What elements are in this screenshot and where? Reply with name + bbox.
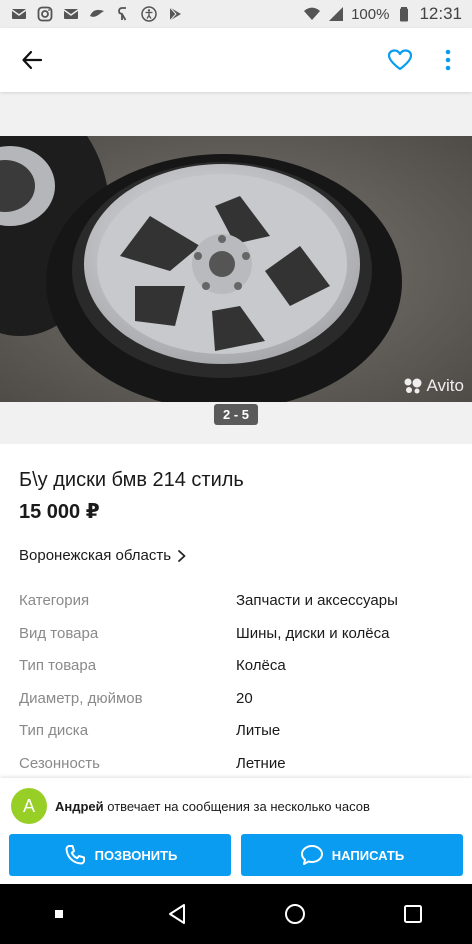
mail-icon	[62, 5, 80, 23]
param-name: Тип товара	[19, 657, 97, 674]
nav-recents-button[interactable]	[383, 884, 443, 944]
write-button[interactable]: НАПИСАТЬ	[241, 834, 463, 876]
chevron-right-icon	[178, 550, 186, 562]
clock: 12:31	[419, 4, 462, 23]
triangle-back-icon	[169, 904, 185, 924]
battery-percent: 100%	[351, 5, 390, 23]
app-bar	[0, 28, 472, 92]
nav-home-button[interactable]	[265, 884, 325, 944]
ad-price: 15 000 ₽	[19, 501, 100, 523]
param-name: Вид товара	[19, 624, 99, 642]
seller-note: отвечает на сообщения за несколько часов	[103, 798, 370, 814]
watermark-text: Avito	[426, 376, 465, 395]
param-row: Категория Запчасти и аксессуары	[19, 592, 453, 625]
call-button[interactable]: ПОЗВОНИТЬ	[9, 834, 231, 876]
param-row: Тип диска Литые	[19, 722, 453, 755]
phone-icon	[65, 845, 85, 865]
param-name: Диаметр, дюймов	[19, 689, 143, 707]
param-row: Диаметр, дюймов 20	[19, 690, 453, 723]
chat-bubble-icon	[300, 845, 323, 865]
yandex-icon	[114, 5, 132, 23]
nav-back-button[interactable]	[147, 884, 207, 944]
listing-photo[interactable]: Avito	[0, 136, 472, 402]
param-name: Сезонность	[19, 754, 100, 772]
app-bar-actions	[376, 28, 472, 92]
system-nav-bar	[0, 884, 472, 944]
param-name: Тип диска	[19, 722, 89, 739]
notification-icons	[10, 5, 184, 23]
avito-watermark: Avito	[403, 376, 465, 396]
heart-outline-icon	[387, 49, 413, 71]
photo-gallery[interactable]: Avito 2 - 5	[0, 92, 472, 444]
param-value: 20	[236, 689, 253, 707]
wifi-icon	[303, 5, 321, 23]
more-vertical-icon	[445, 49, 451, 71]
favorite-button[interactable]	[376, 28, 424, 92]
more-options-button[interactable]	[424, 28, 472, 92]
param-row: Вид товара Шины, диски и колёса	[19, 625, 453, 658]
play-store-icon	[166, 5, 184, 23]
region-label: Воронежская область	[19, 547, 172, 564]
seller-info[interactable]: А Андрей отвечает на сообщения за нескол…	[0, 778, 472, 834]
param-value: Литые	[236, 722, 281, 739]
arrow-back-icon	[22, 50, 43, 70]
ad-title: Б\у диски бмв 214 стиль	[19, 469, 244, 491]
accessibility-icon	[140, 5, 158, 23]
ad-details: Б\у диски бмв 214 стиль 15 000 ₽ Воронеж…	[0, 444, 472, 787]
param-value: Запчасти и аксессуары	[236, 592, 398, 609]
contact-buttons: ПОЗВОНИТЬ НАПИСАТЬ	[0, 834, 472, 876]
signal-icon	[327, 5, 345, 23]
battery-icon	[395, 5, 413, 23]
param-value: Летние	[236, 754, 286, 772]
write-label: НАПИСАТЬ	[331, 847, 405, 863]
circle-home-icon	[285, 904, 305, 924]
call-label: ПОЗВОНИТЬ	[94, 847, 178, 863]
param-row: Тип товара Колёса	[19, 657, 453, 690]
status-bar: 100% 12:31	[0, 0, 472, 28]
param-name: Категория	[19, 592, 90, 609]
square-recents-icon	[404, 905, 422, 923]
region-link[interactable]: Воронежская область	[19, 546, 453, 566]
seller-name: Андрей	[55, 798, 104, 814]
params-list: Категория Запчасти и аксессуары Вид това…	[19, 592, 453, 787]
back-button[interactable]	[0, 28, 64, 92]
avito-logo-icon	[404, 378, 421, 394]
seller-response-note: Андрей отвечает на сообщения за нескольк…	[55, 799, 370, 814]
photo-counter: 2 - 5	[213, 404, 259, 425]
recents-dot-button[interactable]	[29, 884, 89, 944]
dot-icon	[55, 910, 63, 918]
param-value: Шины, диски и колёса	[236, 624, 390, 642]
avatar: А	[11, 788, 47, 824]
system-status: 100% 12:31	[303, 4, 462, 24]
instagram-icon	[36, 5, 54, 23]
mail-icon	[10, 5, 28, 23]
messenger-icon	[88, 5, 106, 23]
contact-panel: А Андрей отвечает на сообщения за нескол…	[0, 778, 472, 884]
param-value: Колёса	[236, 657, 286, 674]
